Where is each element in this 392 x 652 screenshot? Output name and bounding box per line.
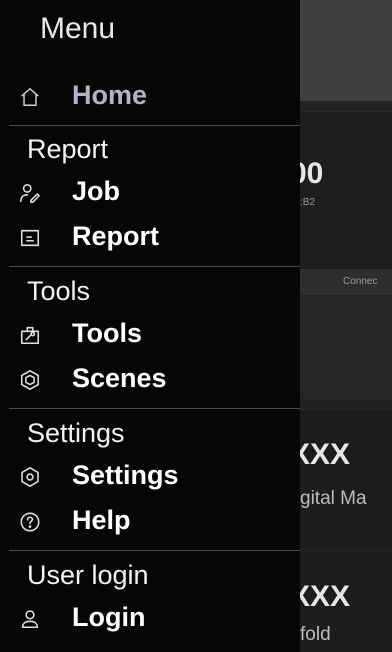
menu-item-report-label: Report: [72, 221, 159, 251]
navigation-drawer: Menu Home Report Job Report Tools Tools …: [0, 0, 300, 652]
divider: [9, 550, 300, 551]
section-header-report: Report: [27, 134, 109, 164]
device-card-connection: Connec: [343, 276, 378, 287]
section-header-settings: Settings: [27, 418, 125, 448]
menu-item-job[interactable]: Job: [0, 174, 300, 214]
menu-item-help[interactable]: Help: [0, 503, 300, 543]
home-icon: [19, 86, 41, 108]
tools-icon: [19, 324, 41, 346]
divider: [9, 266, 300, 267]
divider: [9, 408, 300, 409]
help-icon: [19, 511, 41, 533]
user-icon: [19, 608, 41, 630]
menu-item-tools-label: Tools: [72, 318, 142, 348]
menu-item-settings[interactable]: Settings: [0, 458, 300, 498]
product-card-2-subtitle: fold: [300, 624, 331, 645]
menu-item-settings-label: Settings: [72, 460, 179, 490]
menu-item-scenes-label: Scenes: [72, 363, 167, 393]
product-card-title: XXX: [290, 438, 351, 471]
job-icon: [19, 182, 41, 204]
menu-item-login[interactable]: Login: [0, 600, 300, 640]
settings-icon: [19, 466, 41, 488]
menu-item-job-label: Job: [72, 176, 121, 206]
menu-item-tools[interactable]: Tools: [0, 316, 300, 356]
product-card-subtitle: gital Ma: [300, 488, 367, 509]
report-icon: [19, 227, 41, 249]
scenes-icon: [19, 369, 41, 391]
menu-item-login-label: Login: [72, 602, 146, 632]
menu-item-home[interactable]: Home: [0, 78, 300, 118]
section-band: [300, 296, 392, 399]
device-card-subtitle: :B2: [300, 197, 316, 208]
menu-item-report[interactable]: Report: [0, 219, 300, 259]
menu-item-help-label: Help: [72, 505, 131, 535]
section-header-user-login: User login: [27, 560, 149, 590]
product-card-2-title: XXX: [290, 580, 351, 613]
product-card: [300, 410, 392, 548]
device-card-value: 00: [290, 157, 324, 190]
menu-item-home-label: Home: [72, 80, 148, 110]
drawer-title: Menu: [40, 12, 116, 45]
divider: [9, 125, 300, 126]
menu-item-scenes[interactable]: Scenes: [0, 361, 300, 401]
section-header-tools: Tools: [27, 276, 91, 306]
